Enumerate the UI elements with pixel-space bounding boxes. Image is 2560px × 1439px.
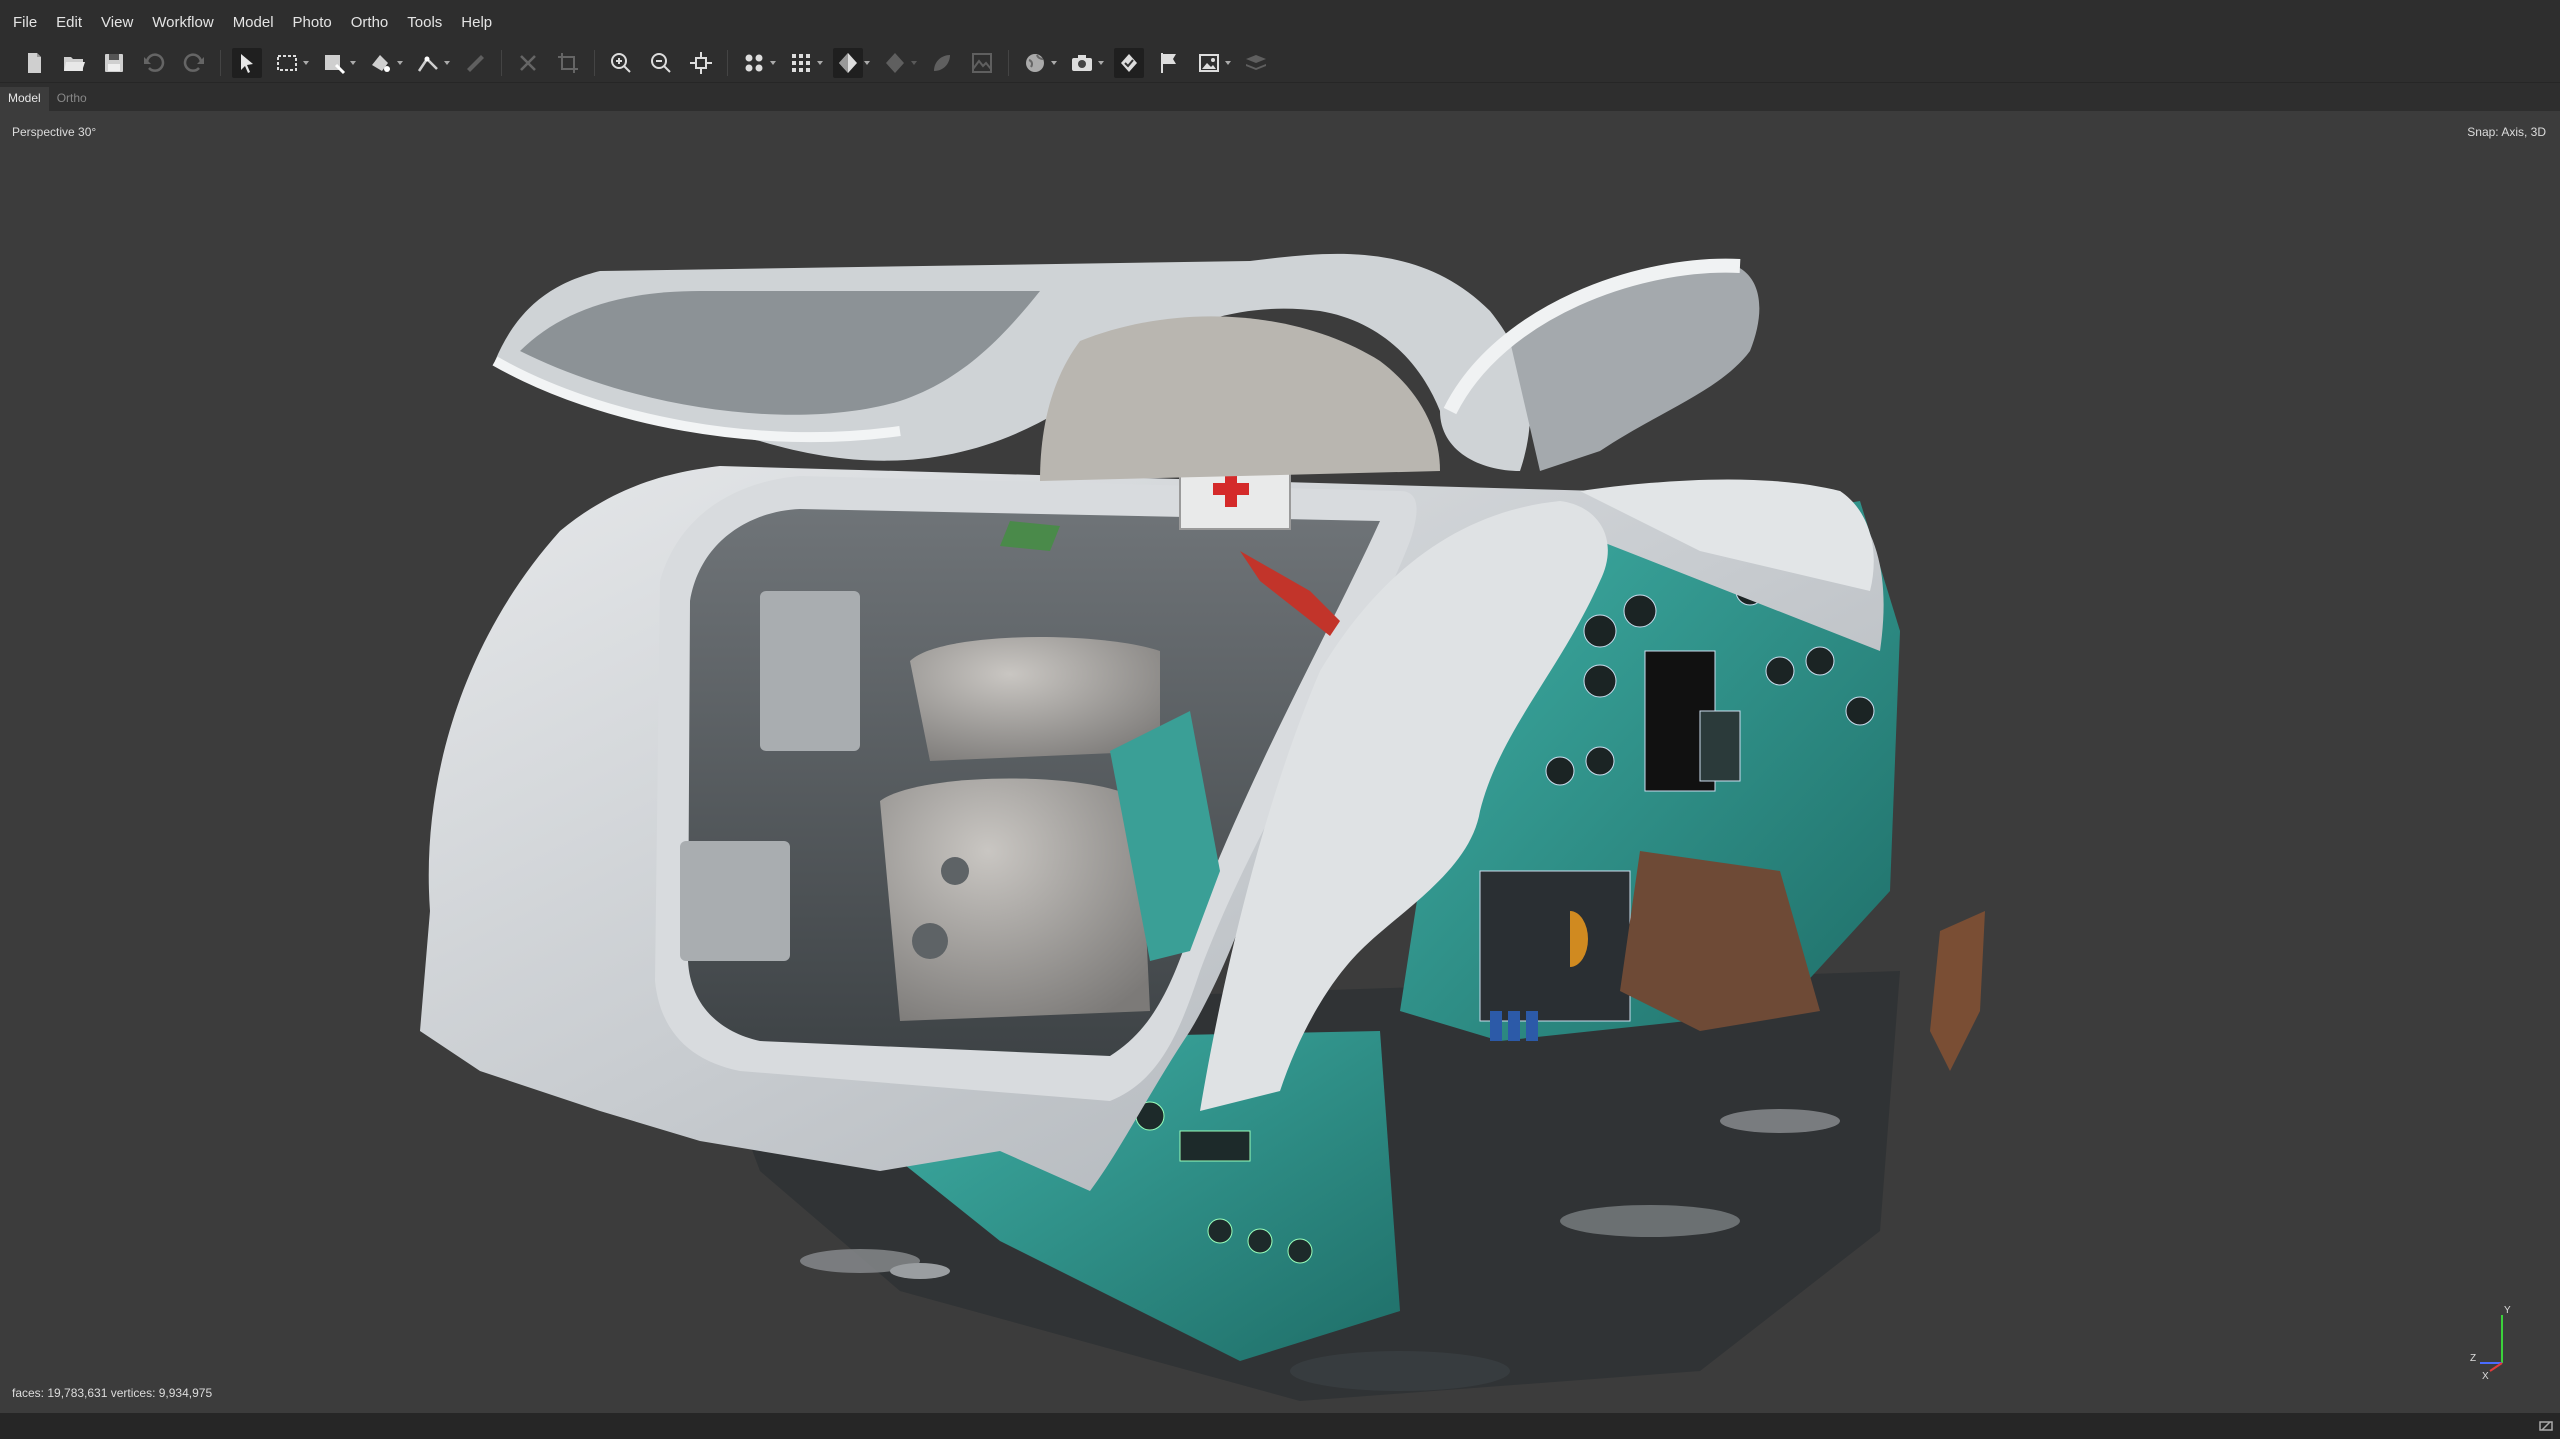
tab-model[interactable]: Model — [0, 87, 49, 111]
grid-icon[interactable] — [786, 48, 823, 78]
rusty-panel-edge — [1930, 911, 1985, 1071]
canopy-quilted-lining — [1040, 316, 1440, 481]
toolbar-separator — [594, 50, 595, 76]
layers-icon[interactable] — [1241, 48, 1271, 78]
canopy-rear-section — [1510, 260, 1760, 471]
model-viewport[interactable]: Perspective 30° Snap: Axis, 3D faces: 19… — [0, 111, 2560, 1413]
menu-workflow[interactable]: Workflow — [152, 12, 213, 33]
menu-file[interactable]: File — [13, 12, 37, 33]
axis-x-label: X — [2482, 1371, 2489, 1381]
network-status-icon — [2538, 1418, 2554, 1439]
menu-help[interactable]: Help — [461, 12, 492, 33]
redo-icon[interactable] — [179, 48, 209, 78]
menu-bar: File Edit View Workflow Model Photo Orth… — [0, 0, 2560, 44]
flag-icon[interactable] — [1154, 48, 1184, 78]
menu-ortho[interactable]: Ortho — [351, 12, 389, 33]
select-icon[interactable] — [232, 48, 262, 78]
pilot-seat-back — [910, 637, 1160, 761]
texture-icon[interactable] — [927, 48, 957, 78]
camera-icon[interactable] — [1067, 48, 1104, 78]
draw-line-icon[interactable] — [413, 48, 450, 78]
delete-icon[interactable] — [513, 48, 543, 78]
zoom-out-icon[interactable] — [646, 48, 676, 78]
cockpit-3d-model[interactable] — [0, 111, 2560, 1413]
tab-ortho[interactable]: Ortho — [49, 87, 95, 111]
draw-polygon-icon[interactable] — [366, 48, 403, 78]
status-bar — [0, 1413, 2560, 1439]
menu-model[interactable]: Model — [233, 12, 274, 33]
blue-switch-panel — [1490, 1011, 1538, 1041]
dem-icon[interactable] — [967, 48, 997, 78]
tab-bar: Model Ortho — [0, 83, 2560, 111]
globe-icon[interactable] — [1020, 48, 1057, 78]
axis-gizmo: Y Z X — [2470, 1305, 2511, 1381]
toolbar-separator — [220, 50, 221, 76]
axis-z-label: Z — [2470, 1353, 2476, 1364]
undo-icon[interactable] — [139, 48, 169, 78]
markers-icon[interactable] — [1114, 48, 1144, 78]
tiled-model-icon[interactable] — [880, 48, 917, 78]
toolbar-separator — [501, 50, 502, 76]
axis-y-label: Y — [2504, 1305, 2511, 1316]
menu-view[interactable]: View — [101, 12, 133, 33]
menu-tools[interactable]: Tools — [407, 12, 442, 33]
open-folder-icon[interactable] — [59, 48, 89, 78]
image-icon[interactable] — [1194, 48, 1231, 78]
green-bracket — [1000, 521, 1060, 551]
reset-view-icon[interactable] — [686, 48, 716, 78]
toolbar-separator — [1008, 50, 1009, 76]
menu-photo[interactable]: Photo — [293, 12, 332, 33]
draw-shape-icon[interactable] — [319, 48, 356, 78]
toolbar — [0, 44, 2560, 83]
menu-edit[interactable]: Edit — [56, 12, 82, 33]
model-view-icon[interactable] — [739, 48, 776, 78]
save-icon[interactable] — [99, 48, 129, 78]
rectangle-selection-icon[interactable] — [272, 48, 309, 78]
zoom-in-icon[interactable] — [606, 48, 636, 78]
crop-icon[interactable] — [553, 48, 583, 78]
toolbar-separator — [727, 50, 728, 76]
pilot-seat — [880, 778, 1150, 1021]
new-document-icon[interactable] — [19, 48, 49, 78]
shaded-model-icon[interactable] — [833, 48, 870, 78]
ruler-icon[interactable] — [460, 48, 490, 78]
